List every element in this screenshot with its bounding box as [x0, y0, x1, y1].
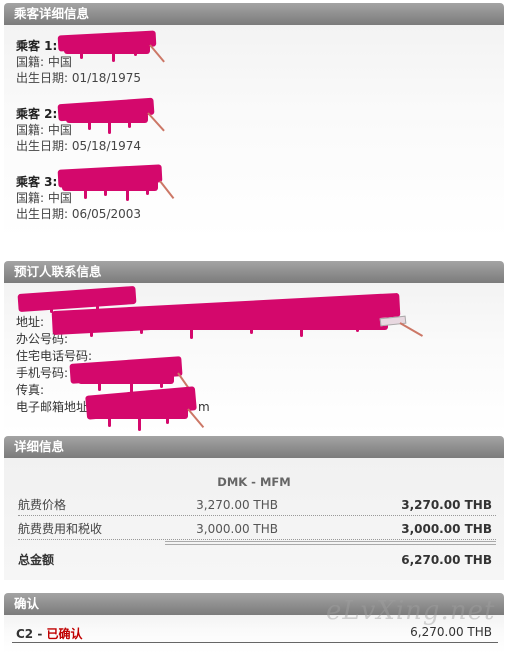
email-label: 电子邮箱地址	[16, 400, 89, 414]
tax-row: 航费费用和税收 3,000.00 THB 3,000.00 THB	[18, 518, 496, 540]
confirm-section-title: 确认	[14, 596, 40, 611]
contact-section-title: 预订人联系信息	[14, 264, 102, 279]
confirm-code: C2	[16, 627, 34, 641]
passenger-2-nationality: 国籍: 中国	[16, 123, 72, 137]
fare-label: 航费价格	[18, 498, 67, 512]
total-row: 总金额 6,270.00 THB	[18, 549, 496, 571]
email-suffix: m	[198, 400, 210, 414]
passenger-1-dob: 出生日期: 01/18/1975	[16, 71, 142, 85]
tax-label: 航费费用和税收	[18, 522, 103, 536]
contact-section-header: 预订人联系信息	[4, 261, 504, 283]
total-divider	[165, 541, 496, 545]
tax-amount: 3,000.00 THB	[401, 522, 492, 536]
fare-amount: 3,270.00 THB	[401, 498, 492, 512]
passenger-3-dob: 出生日期: 06/05/2003	[16, 207, 142, 221]
passenger-section-header: 乘客详细信息	[4, 3, 504, 25]
confirm-amount: 6,270.00 THB	[410, 625, 492, 639]
route-label: DMK - MFM	[217, 475, 291, 489]
total-label: 总金额	[18, 553, 55, 567]
detail-section-title: 详细信息	[14, 439, 65, 454]
passenger-1-nationality: 国籍: 中国	[16, 55, 72, 69]
total-amount: 6,270.00 THB	[401, 553, 492, 567]
passenger-section-title: 乘客详细信息	[14, 6, 90, 21]
confirm-separator: -	[33, 627, 47, 641]
confirm-underline	[12, 642, 498, 643]
confirm-line: C2 - 已确认	[16, 625, 83, 642]
confirm-status: 已确认	[46, 627, 83, 641]
office-phone-label: 办公号码:	[16, 332, 69, 346]
passenger-2-dob: 出生日期: 05/18/1974	[16, 139, 142, 153]
fare-row: 航费价格 3,270.00 THB 3,270.00 THB	[18, 494, 496, 516]
fare-unit-price: 3,270.00 THB	[196, 498, 278, 512]
passenger-3-nationality: 国籍: 中国	[16, 191, 72, 205]
detail-section-header: 详细信息	[4, 436, 504, 458]
tax-unit-price: 3,000.00 THB	[196, 522, 278, 536]
watermark: eLvXing.net	[326, 596, 496, 626]
